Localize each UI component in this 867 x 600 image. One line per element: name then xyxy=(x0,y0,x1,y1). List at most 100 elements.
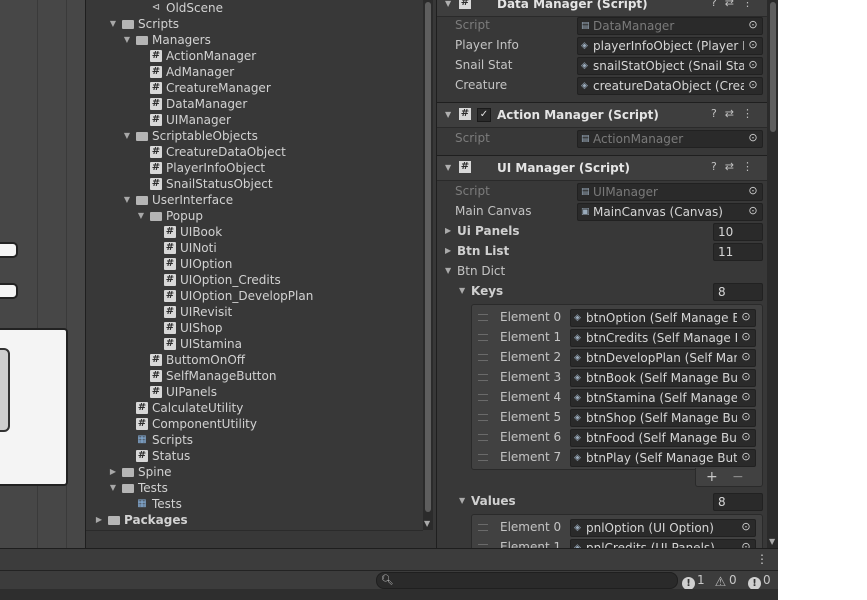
drag-handle-icon[interactable] xyxy=(478,354,488,361)
ui-manager-header[interactable]: ▼ # UI Manager (Script) ?⇄⋮ xyxy=(437,155,767,181)
project-item[interactable]: # PlayerInfoObject xyxy=(86,160,422,176)
fold-arrow-icon[interactable]: ▶ xyxy=(445,221,451,241)
btn-dict-row[interactable]: ▼ Btn Dict xyxy=(437,261,767,281)
object-picker-icon[interactable]: ⊙ xyxy=(740,411,752,423)
project-item[interactable]: # SnailStatusObject xyxy=(86,176,422,192)
project-item[interactable]: # UIStamina xyxy=(86,336,422,352)
btn-list-size-field[interactable]: 11 xyxy=(713,243,763,261)
element-object-field[interactable]: ◈ btnOption (Self Manage Bu ⊙ xyxy=(570,309,756,327)
element-object-field[interactable]: ◈ btnBook (Self Manage Butt ⊙ xyxy=(570,369,756,387)
project-item[interactable]: # UIOption_Credits xyxy=(86,272,422,288)
expanded-arrow-icon[interactable]: ▼ xyxy=(108,16,118,32)
project-item[interactable]: # UINoti xyxy=(86,240,422,256)
keys-size-field[interactable]: 8 xyxy=(713,283,763,301)
component-header-icons[interactable]: ?⇄⋮ xyxy=(711,0,761,9)
fold-arrow-icon[interactable]: ▼ xyxy=(445,0,451,8)
drag-handle-icon[interactable] xyxy=(478,454,488,461)
project-item[interactable]: ▼ Popup xyxy=(86,208,422,224)
project-item[interactable]: # UIOption_DevelopPlan xyxy=(86,288,422,304)
project-item[interactable]: # ComponentUtility xyxy=(86,416,422,432)
action-manager-header[interactable]: ▼ # ✓ Action Manager (Script) ?⇄⋮ xyxy=(437,102,767,128)
message-count-badge[interactable]: ! 0 xyxy=(748,571,771,590)
more-options-icon[interactable]: ⋮ xyxy=(756,552,768,566)
expanded-arrow-icon[interactable]: ▼ xyxy=(136,208,146,224)
drag-handle-icon[interactable] xyxy=(478,314,488,321)
object-picker-icon[interactable]: ⊙ xyxy=(740,311,752,323)
component-header-icons[interactable]: ?⇄⋮ xyxy=(711,107,761,120)
project-item[interactable]: # UIRevisit xyxy=(86,304,422,320)
project-scrollbar[interactable]: ▼ xyxy=(423,0,433,530)
project-item[interactable]: # AdManager xyxy=(86,64,422,80)
project-item[interactable]: # CreatureManager xyxy=(86,80,422,96)
collapsed-arrow-icon[interactable]: ▶ xyxy=(94,512,104,528)
object-picker-icon[interactable]: ⊙ xyxy=(740,331,752,343)
project-item[interactable]: # DataManager xyxy=(86,96,422,112)
expanded-arrow-icon[interactable]: ▼ xyxy=(108,480,118,496)
component-header-icons[interactable]: ?⇄⋮ xyxy=(711,160,761,173)
project-item[interactable]: # UIOption xyxy=(86,256,422,272)
fold-arrow-icon[interactable]: ▼ xyxy=(459,281,465,301)
drag-handle-icon[interactable] xyxy=(478,434,488,441)
object-picker-icon[interactable]: ⊙ xyxy=(740,451,752,463)
element-object-field[interactable]: ◈ btnCredits (Self Manage Bu ⊙ xyxy=(570,329,756,347)
project-item[interactable]: ▼ UserInterface xyxy=(86,192,422,208)
object-picker-icon[interactable]: ⊙ xyxy=(740,521,752,533)
object-picker-icon[interactable]: ⊙ xyxy=(740,371,752,383)
scene-view[interactable] xyxy=(0,0,86,548)
creature-field[interactable]: ◈ creatureDataObject (Creatu ⊙ xyxy=(577,77,763,95)
enabled-checkbox[interactable]: ✓ xyxy=(477,108,491,122)
object-picker-icon[interactable]: ⊙ xyxy=(747,79,759,91)
snail-stat-field[interactable]: ◈ snailStatObject (Snail Statu ⊙ xyxy=(577,57,763,75)
project-item[interactable]: ▶ Spine xyxy=(86,464,422,480)
drag-handle-icon[interactable] xyxy=(478,334,488,341)
element-object-field[interactable]: ◈ pnlCredits (UI Panels) ⊙ xyxy=(570,539,756,548)
btn-list-row[interactable]: ▶ Btn List 11 xyxy=(437,241,767,261)
ui-panels-size-field[interactable]: 10 xyxy=(713,223,763,241)
project-item[interactable]: # UIBook xyxy=(86,224,422,240)
project-item[interactable]: ▦ Tests xyxy=(86,496,422,512)
project-item[interactable]: # Status xyxy=(86,448,422,464)
inspector-scrollbar[interactable]: ▼ xyxy=(767,0,778,548)
element-object-field[interactable]: ◈ btnDevelopPlan (Self Mana ⊙ xyxy=(570,349,756,367)
project-item[interactable]: # ButtomOnOff xyxy=(86,352,422,368)
values-size-field[interactable]: 8 xyxy=(713,493,763,511)
element-object-field[interactable]: ◈ btnFood (Self Manage Butt ⊙ xyxy=(570,429,756,447)
player-info-field[interactable]: ◈ playerInfoObject (Player Inf ⊙ xyxy=(577,37,763,55)
drag-handle-icon[interactable] xyxy=(478,414,488,421)
project-item[interactable]: ▼ Scripts xyxy=(86,16,422,32)
drag-handle-icon[interactable] xyxy=(478,374,488,381)
keys-row[interactable]: ▼ Keys 8 xyxy=(437,281,767,301)
fold-arrow-icon[interactable]: ▼ xyxy=(445,110,451,119)
object-picker-icon[interactable]: ⊙ xyxy=(740,351,752,363)
expanded-arrow-icon[interactable]: ▼ xyxy=(122,128,132,144)
project-item[interactable]: # ActionManager xyxy=(86,48,422,64)
remove-element-button[interactable]: − xyxy=(732,468,744,486)
console-search-input[interactable]: 🔍︎ xyxy=(376,572,678,589)
project-item[interactable]: ▶ Packages xyxy=(86,512,422,528)
project-item[interactable]: ⊲ OldScene xyxy=(86,0,422,16)
object-picker-icon[interactable]: ⊙ xyxy=(747,205,759,217)
values-row[interactable]: ▼ Values 8 xyxy=(437,491,767,511)
ui-panels-row[interactable]: ▶ Ui Panels 10 xyxy=(437,221,767,241)
project-item[interactable]: ▼ Tests xyxy=(86,480,422,496)
project-item[interactable]: # UIPanels xyxy=(86,384,422,400)
object-picker-icon[interactable]: ⊙ xyxy=(740,541,752,549)
object-picker-icon[interactable]: ⊙ xyxy=(747,59,759,71)
drag-handle-icon[interactable] xyxy=(478,524,488,531)
project-item[interactable]: # CalculateUtility xyxy=(86,400,422,416)
element-object-field[interactable]: ◈ btnStamina (Self Manage B ⊙ xyxy=(570,389,756,407)
object-picker-icon[interactable]: ⊙ xyxy=(747,39,759,51)
object-picker-icon[interactable]: ⊙ xyxy=(740,431,752,443)
warning-count-badge[interactable]: ⚠ 0 xyxy=(714,571,737,589)
project-item[interactable]: ▦ Scripts xyxy=(86,432,422,448)
project-item[interactable]: ▼ ScriptableObjects xyxy=(86,128,422,144)
error-count-badge[interactable]: ! 1 xyxy=(682,571,705,590)
object-picker-icon[interactable]: ⊙ xyxy=(740,391,752,403)
project-item[interactable]: # UIShop xyxy=(86,320,422,336)
scroll-down-icon[interactable]: ▼ xyxy=(769,537,775,546)
element-object-field[interactable]: ◈ pnlOption (UI Option) ⊙ xyxy=(570,519,756,537)
fold-arrow-icon[interactable]: ▼ xyxy=(445,261,451,281)
collapsed-arrow-icon[interactable]: ▶ xyxy=(108,464,118,480)
expanded-arrow-icon[interactable]: ▼ xyxy=(122,192,132,208)
fold-arrow-icon[interactable]: ▼ xyxy=(459,491,465,511)
